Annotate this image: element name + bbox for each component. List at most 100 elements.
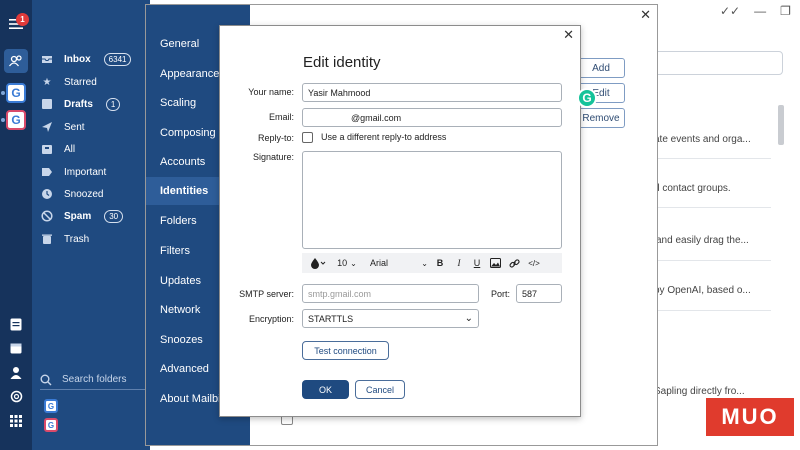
account-google-1[interactable]: G xyxy=(4,81,28,105)
person-icon xyxy=(10,366,22,379)
bg-row-text: by OpenAI, based o... xyxy=(654,285,751,296)
folder-label: Inbox xyxy=(64,53,91,65)
label-icon xyxy=(40,165,54,179)
signature-editor[interactable] xyxy=(302,151,562,249)
chevron-down-icon: ⌄ xyxy=(464,313,473,324)
cancel-button[interactable]: Cancel xyxy=(355,380,405,399)
folder-label: Trash xyxy=(64,233,90,245)
grid-icon xyxy=(10,415,22,427)
email-field[interactable]: @gmail.com xyxy=(302,108,562,127)
folder-trash[interactable]: Trash xyxy=(40,229,89,249)
code-view-button[interactable]: </> xyxy=(526,253,542,273)
google-account-icon[interactable]: G xyxy=(44,418,58,432)
contacts-button[interactable] xyxy=(4,360,28,384)
account-google-2[interactable]: G xyxy=(4,108,28,132)
reply-to-checkbox[interactable] xyxy=(302,132,313,143)
color-drop-icon xyxy=(311,258,326,269)
port-label: Port: xyxy=(490,289,510,299)
underline-button[interactable]: U xyxy=(470,253,484,273)
folder-label: Important xyxy=(64,166,107,178)
reply-to-checkbox-label: Use a different reply-to address xyxy=(321,132,447,142)
check-all-icon[interactable]: ✓✓ xyxy=(720,4,740,18)
grammarly-icon[interactable]: G xyxy=(577,88,597,108)
chevron-down-icon: ⌄ xyxy=(421,258,428,268)
folder-starred[interactable]: ★ Starred xyxy=(40,72,97,92)
notes-button[interactable] xyxy=(4,312,28,336)
divider xyxy=(656,207,771,208)
name-field[interactable]: Yasir Mahmood xyxy=(302,83,562,102)
text-color-button[interactable] xyxy=(306,253,330,273)
smtp-server-field[interactable]: smtp.gmail.com xyxy=(302,284,479,303)
dialog-close-icon[interactable]: ✕ xyxy=(563,27,574,43)
folder-sidebar: Inbox 6341 ★ Starred Drafts 1 Sent All Imp… xyxy=(32,0,150,450)
insert-image-button[interactable] xyxy=(488,253,502,273)
trash-icon xyxy=(40,232,54,246)
test-connection-button[interactable]: Test connection xyxy=(302,341,389,360)
folder-label: All xyxy=(64,143,76,155)
blocked-icon xyxy=(40,209,54,223)
folder-label: Drafts xyxy=(64,98,93,110)
link-icon xyxy=(508,258,520,268)
unified-accounts-button[interactable] xyxy=(4,49,28,73)
remove-identity-button[interactable]: Remove xyxy=(577,108,625,128)
ok-button[interactable]: OK xyxy=(302,380,349,399)
draft-icon xyxy=(40,97,54,111)
reply-to-label: Reply-to: xyxy=(257,133,294,143)
font-family-select[interactable]: Arial ⌄ xyxy=(370,253,428,273)
notification-badge: 1 xyxy=(16,13,29,26)
image-icon xyxy=(489,258,501,268)
insert-link-button[interactable] xyxy=(507,253,521,273)
folder-label: Sent xyxy=(64,121,85,133)
encryption-value: STARTTLS xyxy=(308,313,354,324)
signature-toolbar: 10 ⌄ Arial ⌄ B I U </> xyxy=(302,253,562,273)
divider xyxy=(656,158,771,159)
bg-row-text: ate events and orga... xyxy=(654,134,751,145)
folder-snoozed[interactable]: Snoozed xyxy=(40,184,103,204)
folder-sent[interactable]: Sent xyxy=(40,117,85,137)
folder-all[interactable]: All xyxy=(40,139,75,159)
folder-spam[interactable]: Spam 30 xyxy=(40,206,124,226)
folder-count: 1 xyxy=(105,97,121,111)
star-icon: ★ xyxy=(42,76,52,88)
calendar-button[interactable] xyxy=(4,336,28,360)
restore-icon[interactable]: ❐ xyxy=(780,4,791,18)
folder-inbox[interactable]: Inbox 6341 xyxy=(40,49,132,69)
send-icon xyxy=(40,120,54,134)
bold-button[interactable]: B xyxy=(433,253,447,273)
apps-button[interactable] xyxy=(4,384,28,408)
google-account-icon[interactable]: G xyxy=(44,399,58,413)
folder-drafts[interactable]: Drafts 1 xyxy=(40,94,121,114)
font-size-select[interactable]: 10 ⌄ xyxy=(336,253,358,273)
google-account-icon: G xyxy=(6,110,26,130)
window-controls: ✓✓ — ❐ ✕ xyxy=(720,4,800,18)
folder-label: Starred xyxy=(64,76,97,88)
italic-button[interactable]: I xyxy=(452,253,466,273)
people-icon xyxy=(8,55,22,67)
add-identity-button[interactable]: Add xyxy=(577,58,625,78)
divider xyxy=(656,260,771,261)
app-rail: 1 G G xyxy=(0,0,32,450)
folder-count: 30 xyxy=(104,209,124,223)
snooze-icon xyxy=(40,187,54,201)
scrollbar-thumb[interactable] xyxy=(778,105,784,145)
chevron-down-icon: ⌄ xyxy=(350,258,357,268)
port-field[interactable]: 587 xyxy=(516,284,562,303)
signature-label: Signature: xyxy=(252,152,294,162)
settings-close-icon[interactable]: ✕ xyxy=(640,7,651,23)
calendar-icon xyxy=(10,343,22,354)
app-grid-button[interactable] xyxy=(4,409,28,433)
google-account-icon: G xyxy=(6,83,26,103)
name-label: Your name: xyxy=(248,87,294,97)
folder-important[interactable]: Important xyxy=(40,162,106,182)
bg-row-text: d contact groups. xyxy=(654,183,731,194)
minimize-icon[interactable]: — xyxy=(754,4,766,18)
bg-row-text: and easily drag the... xyxy=(656,235,749,246)
encryption-select[interactable]: STARTTLS ⌄ xyxy=(302,309,479,328)
muo-watermark: MUO xyxy=(706,398,794,436)
edit-identity-dialog: ✕ Edit identity Your name: Yasir Mahmood… xyxy=(219,25,581,417)
search-folders-placeholder: Search folders xyxy=(62,374,127,385)
search-folders-input[interactable]: Search folders xyxy=(40,370,148,390)
divider xyxy=(656,310,771,311)
bg-row-text: Sapling directly fro... xyxy=(654,386,745,397)
email-label: Email: xyxy=(268,112,294,122)
